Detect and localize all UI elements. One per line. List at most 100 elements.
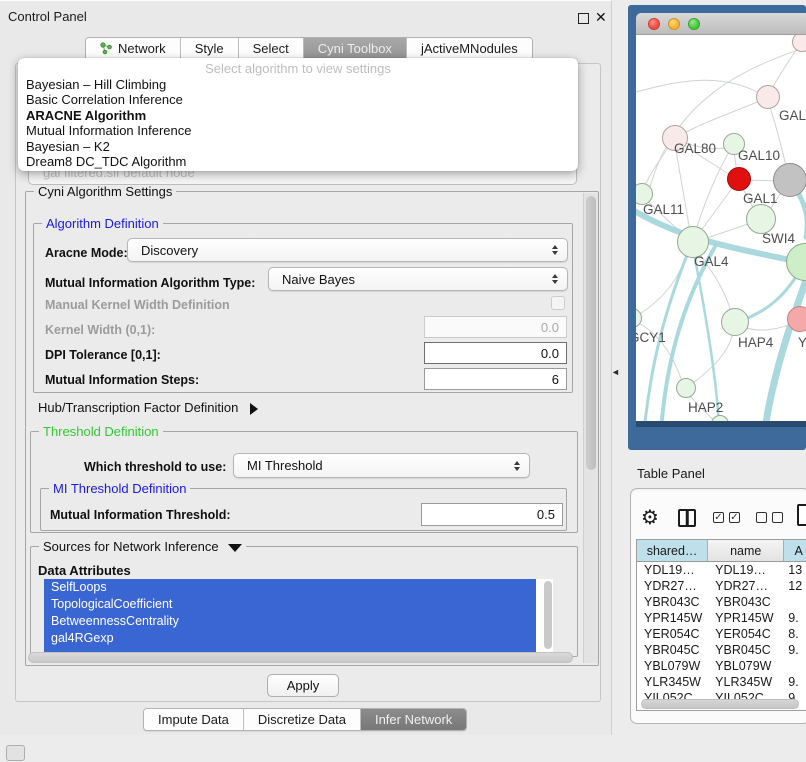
close-window-icon[interactable]: ✕	[595, 9, 607, 26]
tab-impute-data-label: Impute Data	[158, 712, 229, 727]
network-node-red[interactable]	[727, 167, 751, 191]
kernel-width-input[interactable]: 0.0	[424, 316, 567, 338]
column-header-partial[interactable]: A	[784, 540, 806, 561]
tab-style[interactable]: Style	[181, 38, 239, 59]
cell: YDL19…	[708, 562, 784, 578]
mi-threshold-definition-title: MI Threshold Definition	[49, 481, 190, 496]
node-attribute-table[interactable]: shared… name A YDL19… YDL19… 13 YDR27… Y…	[636, 539, 806, 711]
algorithm-option[interactable]: Bayesian – K2	[18, 139, 578, 154]
node-label: GAL1	[743, 191, 778, 206]
cell: YBL079W	[708, 658, 784, 674]
settings-horizontal-scrollbar[interactable]	[28, 652, 573, 663]
which-threshold-select[interactable]: MI Threshold	[233, 453, 530, 478]
aracne-mode-label: Aracne Mode:	[45, 246, 128, 260]
list-scrollbar[interactable]	[544, 581, 552, 649]
zoom-traffic-light-icon[interactable]	[688, 18, 700, 30]
tab-jactivemnodules[interactable]: jActiveMNodules	[407, 38, 532, 59]
cell: 8.	[784, 626, 806, 642]
tab-impute-data[interactable]: Impute Data	[144, 709, 244, 730]
tab-style-label: Style	[195, 41, 224, 56]
apply-button[interactable]: Apply	[267, 674, 339, 697]
collapsed-panel-button[interactable]	[6, 745, 25, 761]
network-node-y[interactable]	[787, 306, 806, 332]
table-row[interactable]: YLR345W YLR345W 9.	[637, 674, 806, 690]
algorithm-option[interactable]: Bayesian – Hill Climbing	[18, 77, 578, 92]
algorithm-option[interactable]: Mutual Information Inference	[18, 123, 578, 138]
tab-infer-network-label: Infer Network	[375, 712, 452, 727]
table-row[interactable]: YBR043C YBR043C	[637, 594, 806, 610]
unchecked-checkbox-icon[interactable]	[756, 512, 767, 523]
cell: 9.	[784, 674, 806, 690]
gear-icon[interactable]: ⚙	[641, 505, 659, 530]
table-row[interactable]: YBR045C YBR045C 9.	[637, 642, 806, 658]
columns-icon[interactable]	[678, 509, 696, 527]
settings-vertical-scrollbar[interactable]	[583, 193, 598, 663]
node-label: GCY1	[636, 330, 666, 345]
aracne-mode-select[interactable]: Discovery	[127, 238, 568, 262]
close-traffic-light-icon[interactable]	[648, 18, 660, 30]
checked-checkbox-icon[interactable]: ✓	[713, 512, 724, 523]
table-horizontal-scrollbar[interactable]	[641, 699, 799, 709]
table-row[interactable]: YDR27… YDR27… 12	[637, 578, 806, 594]
attribute-item-selected[interactable]: BetweennessCentrality	[44, 613, 536, 630]
hub-definition-expander[interactable]: Hub/Transcription Factor Definition	[38, 400, 258, 415]
tab-network[interactable]: Network	[86, 38, 181, 59]
mi-algorithm-type-value: Naive Bayes	[282, 272, 355, 287]
kernel-width-label: Kernel Width (0,1):	[45, 323, 155, 337]
mi-threshold-input[interactable]: 0.5	[421, 503, 563, 526]
manual-kernel-checkbox[interactable]	[551, 296, 565, 310]
algorithm-option[interactable]: Basic Correlation Inference	[18, 92, 578, 107]
column-header-shared-name[interactable]: shared…	[637, 540, 708, 561]
float-window-icon[interactable]	[578, 13, 589, 24]
expand-right-icon	[250, 403, 258, 415]
attribute-item-selected[interactable]: gal4RGexp	[44, 630, 536, 647]
data-attributes-list[interactable]: SelfLoops TopologicalCoefficient Between…	[44, 579, 553, 653]
tab-select[interactable]: Select	[239, 38, 304, 59]
network-node-gal1[interactable]	[746, 204, 776, 234]
document-icon[interactable]	[797, 504, 806, 526]
table-row[interactable]: YDL19… YDL19… 13	[637, 562, 806, 578]
tab-infer-network[interactable]: Infer Network	[361, 709, 466, 730]
sources-group-title[interactable]: Sources for Network Inference	[39, 539, 246, 554]
node-label: GAL	[779, 108, 806, 123]
unchecked-checkbox-icon[interactable]	[772, 512, 783, 523]
network-node-hap2[interactable]	[676, 378, 696, 398]
tab-cyni-toolbox[interactable]: Cyni Toolbox	[304, 38, 407, 59]
mi-algorithm-type-select[interactable]: Naive Bayes	[268, 267, 568, 291]
attribute-item-selected[interactable]: SelfLoops	[44, 579, 536, 596]
network-view-canvas[interactable]: GAL GAL80 GAL10 GAL1 GAL11 SWI4 GAL4 GCY…	[636, 35, 806, 421]
attribute-item-selected[interactable]: TopologicalCoefficient	[44, 596, 536, 613]
cell: 9.	[784, 642, 806, 658]
mi-threshold-value: 0.5	[537, 507, 555, 522]
mi-steps-input[interactable]: 6	[424, 368, 567, 390]
table-row[interactable]: YPR145W YPR145W 9.	[637, 610, 806, 626]
network-node-hap4[interactable]	[721, 308, 749, 336]
algorithm-option[interactable]: Dream8 DC_TDC Algorithm	[18, 154, 578, 169]
which-threshold-value: MI Threshold	[247, 458, 323, 473]
cell: YDR27…	[708, 578, 784, 594]
control-panel-tab-bar: Network Style Select Cyni Toolbox jActiv…	[85, 37, 533, 60]
network-node[interactable]	[756, 85, 780, 109]
data-attributes-label: Data Attributes	[38, 563, 131, 578]
network-window-titlebar[interactable]	[636, 13, 806, 35]
cell: YLR345W	[637, 674, 708, 690]
tab-select-label: Select	[253, 41, 289, 56]
threshold-definition-title: Threshold Definition	[39, 424, 163, 439]
manual-kernel-label: Manual Kernel Width Definition	[45, 298, 230, 312]
tab-discretize-data-label: Discretize Data	[258, 712, 346, 727]
network-node-gray[interactable]	[773, 163, 806, 197]
table-row[interactable]: YBL079W YBL079W	[637, 658, 806, 674]
cell: YDR27…	[637, 578, 708, 594]
table-row[interactable]: YER054C YER054C 8.	[637, 626, 806, 642]
dpi-tolerance-input[interactable]: 0.0	[424, 342, 567, 364]
algorithm-option-selected[interactable]: ARACNE Algorithm	[18, 108, 578, 123]
scrollbar-thumb[interactable]	[586, 196, 596, 470]
tab-discretize-data[interactable]: Discretize Data	[244, 709, 361, 730]
cell: YLR345W	[708, 674, 784, 690]
mi-steps-value: 6	[552, 372, 559, 387]
checked-checkbox-icon[interactable]: ✓	[729, 512, 740, 523]
table-panel-title: Table Panel	[637, 466, 705, 481]
column-header-name[interactable]: name	[708, 540, 784, 561]
algorithm-definition-title: Algorithm Definition	[42, 216, 163, 231]
minimize-traffic-light-icon[interactable]	[668, 18, 680, 30]
